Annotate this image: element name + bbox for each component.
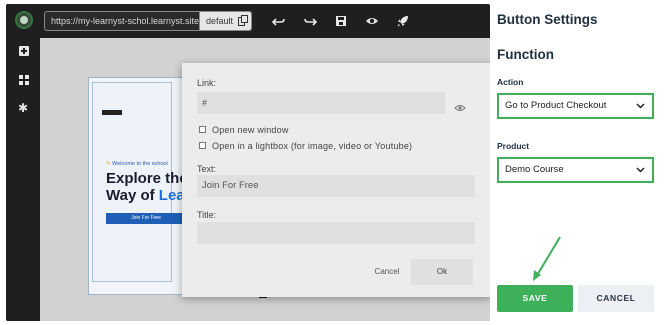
text-input[interactable]: Join For Free [197,175,475,197]
add-icon[interactable] [19,46,29,56]
title-input[interactable] [197,222,475,244]
welcome-text: ✎ Welcome to the school [106,161,168,167]
save-button[interactable]: SAVE [497,285,573,312]
new-window-label: Open new window [212,125,289,135]
new-window-checkbox[interactable] [199,126,206,133]
text-label: Text: [197,164,217,174]
grid-icon[interactable] [19,75,29,85]
undo-icon[interactable] [272,14,286,28]
dialog-ok-button[interactable]: Ok [411,259,473,285]
redo-icon[interactable] [303,14,317,28]
pointer-arrow [533,236,561,281]
title-label: Title: [197,210,217,220]
button-settings-panel: Button Settings Function Action Go to Pr… [490,0,670,325]
lightbox-checkbox[interactable] [199,142,206,149]
save-icon[interactable] [334,14,348,28]
link-input[interactable]: # [197,92,445,114]
eye-icon[interactable] [365,14,379,28]
eye-icon[interactable] [454,103,466,113]
cancel-button[interactable]: CANCEL [578,285,654,312]
url-field[interactable]: https://my-learnyst-schol.learnyst.site/ [44,11,200,31]
editor-window: ✱ https://my-learnyst-schol.learnyst.sit… [6,4,490,321]
join-button-preview[interactable]: Join For Free [106,213,186,224]
copy-icon[interactable] [238,15,248,26]
editor-sidebar: ✱ [6,4,40,321]
link-dialog: Link: # Open new window Open in a lightb… [182,63,490,297]
link-label: Link: [197,78,217,88]
element-handle[interactable] [102,110,122,115]
rocket-icon[interactable] [396,14,410,28]
logo-icon[interactable] [15,11,33,29]
lightbox-label: Open in a lightbox (for image, video or … [212,141,413,151]
dialog-cancel-button[interactable]: Cancel [360,260,414,284]
gear-icon[interactable]: ✱ [18,102,28,114]
editor-toolbar: https://my-learnyst-schol.learnyst.site/… [40,4,490,38]
